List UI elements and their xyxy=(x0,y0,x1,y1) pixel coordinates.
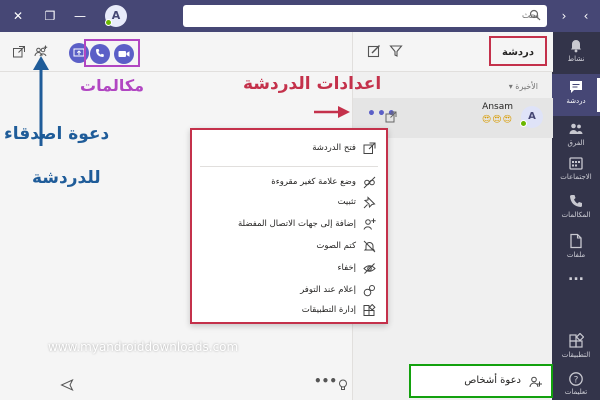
add-contact-icon xyxy=(363,218,376,230)
contact-avatar-initial: A xyxy=(528,111,536,122)
annotation-chat-settings: اعدادات الدردشة xyxy=(243,74,382,94)
rail-label: التطبيقات xyxy=(561,351,591,359)
teams-icon xyxy=(569,123,583,134)
chat-title: دردشة xyxy=(489,36,547,66)
send-icon[interactable] xyxy=(60,378,74,392)
menu-item-add-favorite[interactable]: إضافة إلى جهات الاتصال المفضلة xyxy=(192,214,386,236)
rail-label: ملفات xyxy=(566,251,586,259)
more-icon: ... xyxy=(568,268,584,284)
apps-icon xyxy=(363,304,376,316)
svg-text:?: ? xyxy=(574,376,579,386)
avatar-initial: A xyxy=(111,9,121,22)
contact-avatar: A xyxy=(520,106,543,128)
title-bar: ✕ ❐ — A › ‹ xyxy=(0,0,600,32)
invite-people-button[interactable]: دعوة أشخاص xyxy=(409,364,553,398)
phone-icon xyxy=(96,49,104,57)
presence-dot xyxy=(105,19,112,26)
rail-item-apps[interactable]: التطبيقات xyxy=(552,328,600,370)
calls-highlight xyxy=(84,39,140,67)
search-input[interactable] xyxy=(207,8,539,24)
add-people-icon xyxy=(529,376,542,388)
chat-context-menu: فتح الدردشة وضع علامة كغير مقروءة تثبيت … xyxy=(190,128,388,324)
menu-item-label: فتح الدردشة xyxy=(312,143,356,153)
phone-icon xyxy=(570,195,582,207)
rail-label: الفرق xyxy=(567,139,585,147)
annotation-invite-line2: للدردشة xyxy=(32,168,101,188)
forward-button[interactable]: ‹ xyxy=(578,6,594,26)
menu-divider xyxy=(200,166,378,167)
menu-item-label: إضافة إلى جهات الاتصال المفضلة xyxy=(237,219,356,229)
files-icon xyxy=(570,233,582,249)
conversation-header xyxy=(0,32,352,72)
menu-item-open-chat[interactable]: فتح الدردشة xyxy=(192,138,386,160)
bell-icon xyxy=(571,40,581,53)
notify-icon xyxy=(363,285,375,297)
rail-item-files[interactable]: ملفات xyxy=(552,228,600,270)
video-camera-icon xyxy=(118,51,130,57)
audio-call-button[interactable] xyxy=(90,44,110,64)
invite-people-label: دعوة أشخاص xyxy=(464,375,521,386)
video-call-button[interactable] xyxy=(114,44,134,64)
menu-item-label: وضع علامة كغير مقروءة xyxy=(271,177,356,187)
menu-item-manage-apps[interactable]: إدارة التطبيقات xyxy=(192,300,386,322)
close-window-button[interactable]: ✕ xyxy=(10,6,26,26)
restore-window-button[interactable]: ❐ xyxy=(42,6,58,26)
search-box[interactable] xyxy=(183,5,547,27)
popout-icon[interactable] xyxy=(385,111,397,123)
rail-label: الاجتماعات xyxy=(560,173,592,181)
unread-icon xyxy=(363,176,376,189)
menu-item-label: إدارة التطبيقات xyxy=(301,305,356,315)
apps-icon xyxy=(569,333,584,348)
blue-arrow-icon xyxy=(33,56,49,146)
menu-item-label: كتم الصوت xyxy=(316,241,356,251)
popout-icon xyxy=(363,142,376,154)
search-icon xyxy=(529,9,541,21)
rail-item-chat[interactable]: دردشة xyxy=(552,74,600,116)
rail-item-meetings[interactable]: الاجتماعات xyxy=(552,150,600,192)
menu-item-mark-unread[interactable]: وضع علامة كغير مقروءة xyxy=(192,172,386,194)
composer-bar: ••• xyxy=(0,370,352,400)
back-button[interactable]: › xyxy=(556,6,572,26)
chat-list-header: دردشة xyxy=(353,32,553,72)
profile-avatar[interactable]: A xyxy=(105,5,127,27)
filter-icon[interactable] xyxy=(389,44,403,58)
menu-item-label: إعلام عند التوفر xyxy=(300,285,356,295)
composer-more-button[interactable]: ••• xyxy=(314,374,337,388)
rail-label: المكالمات xyxy=(561,211,591,219)
rail-more-button[interactable]: ... xyxy=(552,266,600,290)
app-rail: نشاط دردشة الفرق الاجتماعات المكالمات مل… xyxy=(552,32,600,400)
recent-section-label[interactable]: الأخيرة ▾ xyxy=(509,82,538,91)
help-icon: ? xyxy=(569,372,583,386)
chat-contact-name: Ansam xyxy=(482,102,513,112)
rail-label: دردشة xyxy=(566,97,586,105)
rail-item-help[interactable]: ? تعليمات xyxy=(552,366,600,400)
lightbulb-icon[interactable] xyxy=(336,378,350,392)
menu-item-label: إخفاء xyxy=(337,263,356,273)
minimize-window-button[interactable]: — xyxy=(72,6,88,26)
rail-item-activity[interactable]: نشاط xyxy=(552,32,600,74)
rail-label: نشاط xyxy=(567,55,585,63)
menu-item-hide[interactable]: إخفاء xyxy=(192,258,386,280)
menu-item-notify-available[interactable]: إعلام عند التوفر xyxy=(192,280,386,302)
contact-presence-dot xyxy=(520,120,527,127)
new-chat-icon[interactable] xyxy=(367,44,381,58)
menu-item-mute[interactable]: كتم الصوت xyxy=(192,236,386,258)
chat-last-message: 😍😍😍 xyxy=(481,115,513,125)
popout-chat-icon[interactable] xyxy=(12,45,26,59)
calendar-icon xyxy=(569,157,583,170)
watermark-text: www.myandroiddownloads.com xyxy=(48,340,239,354)
red-arrow-icon xyxy=(314,106,350,118)
pin-icon xyxy=(363,196,376,209)
menu-item-label: تثبيت xyxy=(337,197,356,207)
menu-item-pin[interactable]: تثبيت xyxy=(192,192,386,214)
rail-item-calls[interactable]: المكالمات xyxy=(552,188,600,230)
annotation-invite-line1: دعوة اصدقاء xyxy=(4,124,110,144)
recent-label-text: الأخيرة xyxy=(515,82,538,91)
annotation-calls: مكالمات xyxy=(80,76,145,95)
mute-icon xyxy=(363,240,376,253)
rail-label: تعليمات xyxy=(564,388,588,396)
chat-icon xyxy=(570,81,582,93)
hide-icon xyxy=(363,263,376,274)
